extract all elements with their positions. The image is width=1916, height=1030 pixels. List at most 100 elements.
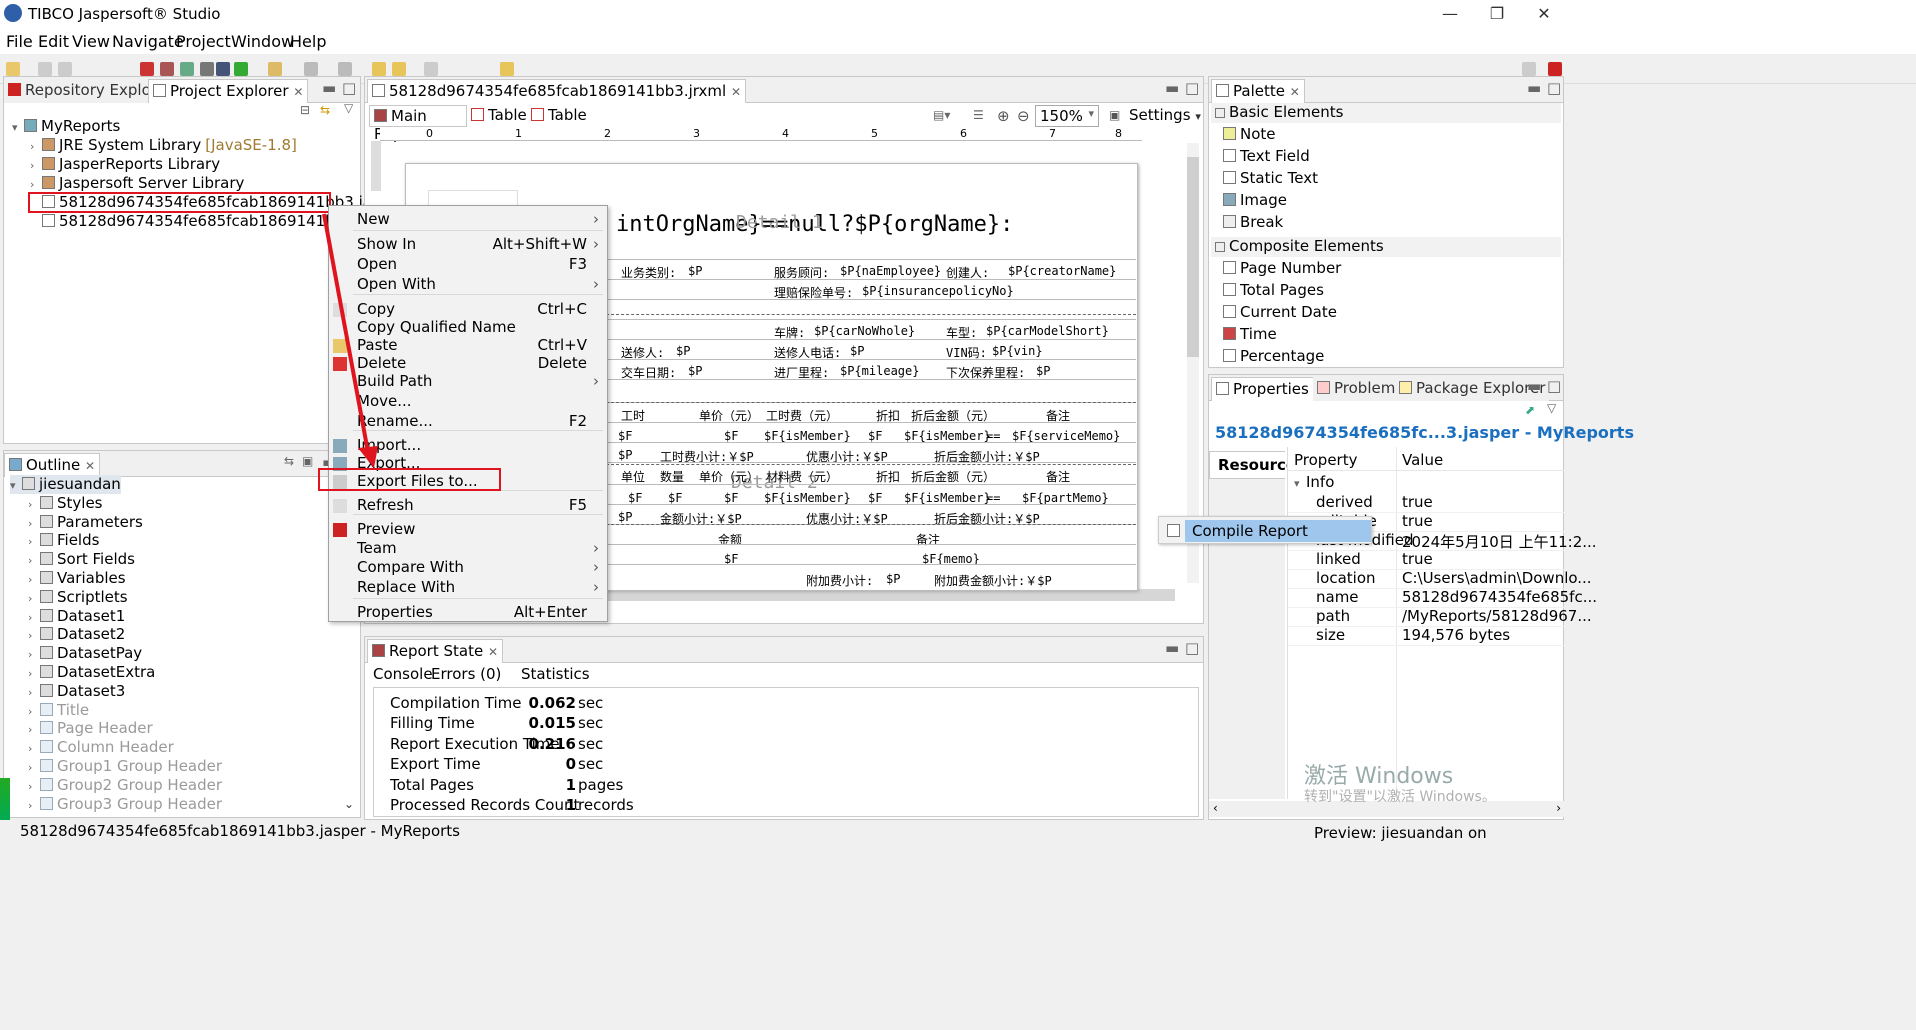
minimize-view-icon[interactable]: ▬ — [322, 79, 336, 97]
menu-edit[interactable]: Edit — [38, 32, 69, 51]
expand-icon[interactable]: ▾ — [12, 121, 24, 134]
report-field[interactable]: 附加费金额小计:￥$P — [934, 572, 1052, 589]
report-field[interactable]: $P{naEmployee} — [840, 264, 941, 278]
outline-toggle-icon[interactable]: ▣ — [302, 454, 313, 468]
report-field[interactable]: $F — [868, 429, 882, 443]
subtab-errors[interactable]: Errors (0) — [431, 665, 501, 683]
outline-item[interactable]: › Column Header — [28, 738, 174, 757]
project-tree-item[interactable]: ▾ MyReports — [12, 117, 120, 136]
context-menu-item[interactable]: Paste Ctrl+V — [357, 336, 603, 355]
project-tree-item[interactable]: › JasperReports Library — [30, 155, 220, 174]
collapse-icon[interactable]: › — [30, 140, 42, 153]
expand-icon[interactable]: › — [28, 498, 40, 511]
report-field[interactable]: $F{serviceMemo} — [1012, 429, 1120, 443]
report-field[interactable]: $P — [676, 344, 690, 358]
external-tools-icon[interactable] — [234, 62, 248, 76]
context-menu-item[interactable]: Copy Ctrl+C — [357, 300, 603, 319]
palette-item[interactable]: Page Number — [1223, 259, 1341, 278]
report-field[interactable]: == — [986, 491, 1000, 505]
context-menu-item[interactable]: Preview — [357, 520, 603, 539]
outline-item[interactable]: › Dataset2 — [28, 625, 125, 644]
collapse-all-icon[interactable]: ⊟ — [300, 103, 310, 117]
palette-minimize-icon[interactable]: ▬ — [1527, 79, 1541, 97]
forward-icon[interactable] — [424, 62, 438, 76]
report-field[interactable]: $P{vin} — [992, 344, 1043, 358]
context-menu-item[interactable]: Compare With › — [357, 558, 603, 577]
subtab-main-report[interactable]: Main Report — [369, 105, 467, 143]
jaspersoft-perspective-icon[interactable] — [1548, 62, 1562, 76]
report-field[interactable]: $F — [618, 429, 632, 443]
context-menu-item[interactable]: Show In Alt+Shift+W › — [357, 235, 603, 254]
compile-report-menu-item[interactable]: Compile Report — [1167, 520, 1371, 542]
report-field[interactable]: $F{isMember} — [904, 491, 991, 505]
save-all-icon[interactable] — [58, 62, 72, 76]
outline-item[interactable]: › Page Header — [28, 719, 153, 738]
palette-maximize-icon[interactable]: □ — [1547, 79, 1561, 97]
properties-minimize-icon[interactable]: ▬ — [1527, 377, 1541, 395]
collapse-icon[interactable]: › — [30, 159, 42, 172]
context-menu-item[interactable]: Open With › — [357, 275, 603, 294]
menu-project[interactable]: Project — [176, 32, 231, 51]
report-field[interactable]: $P — [850, 344, 864, 358]
property-row[interactable]: derived true — [1288, 493, 1564, 512]
save-icon[interactable] — [38, 62, 52, 76]
menu-window[interactable]: Window — [231, 32, 294, 51]
report-field[interactable]: $P{carNoWhole} — [814, 324, 915, 338]
report-field[interactable]: $F — [724, 491, 738, 505]
palette-basic-header[interactable]: Basic Elements — [1211, 103, 1561, 123]
report-field[interactable]: $F — [868, 491, 882, 505]
tab-project-explorer[interactable]: Project Explorer ✕ — [148, 79, 309, 103]
outline-scroll-down-icon[interactable]: ⌄ — [344, 797, 354, 811]
server-icon[interactable] — [216, 62, 230, 76]
subtab-table-2[interactable]: Table — [531, 106, 587, 124]
expand-icon[interactable]: › — [28, 799, 40, 812]
context-menu-item[interactable]: Build Path › — [357, 372, 603, 391]
run-icon[interactable] — [180, 62, 194, 76]
next-annotation-icon[interactable] — [304, 62, 318, 76]
project-tree-item[interactable]: › Jaspersoft Server Library — [30, 174, 244, 193]
report-field[interactable]: $F — [668, 491, 682, 505]
editor-maximize-icon[interactable]: □ — [1185, 79, 1199, 97]
expand-icon[interactable]: › — [28, 517, 40, 530]
report-state-minimize-icon[interactable]: ▬ — [1165, 639, 1179, 657]
maximize-icon[interactable]: ❐ — [1477, 4, 1517, 23]
maximize-view-icon[interactable]: □ — [342, 79, 356, 97]
report-field[interactable]: 数量 — [660, 468, 684, 485]
layout-icon[interactable]: ▤▾ — [933, 108, 950, 122]
report-field[interactable]: 金额 — [718, 531, 742, 548]
expand-icon[interactable]: ▾ — [10, 479, 22, 492]
property-row[interactable]: path/MyReports/58128d967... — [1288, 607, 1592, 626]
expand-icon[interactable]: › — [28, 723, 40, 736]
editor-minimize-icon[interactable]: ▬ — [1165, 79, 1179, 97]
report-field[interactable]: 附加费小计: — [806, 572, 873, 589]
outline-item[interactable]: › Styles — [28, 494, 103, 513]
report-field[interactable]: $P{insurancepolicyNo} — [862, 284, 1014, 298]
report-field[interactable]: 单位 — [621, 468, 645, 485]
tab-report-state[interactable]: Report State ✕ — [367, 639, 504, 663]
outline-item[interactable]: › Fields — [28, 531, 99, 550]
outline-item[interactable]: › DatasetExtra — [28, 663, 155, 682]
tab-problems[interactable]: Problems — [1313, 377, 1408, 401]
zoom-combo[interactable]: 150% ▾ — [1035, 105, 1099, 127]
report-field[interactable]: 折后金额（元） — [911, 468, 995, 485]
outline-item[interactable]: › Dataset3 — [28, 682, 125, 701]
report-field[interactable]: 备注 — [916, 531, 940, 548]
link-editor-icon[interactable]: ⇆ — [320, 103, 330, 117]
expand-icon[interactable]: › — [28, 629, 40, 642]
expand-icon[interactable]: › — [28, 592, 40, 605]
build-icon[interactable] — [160, 62, 174, 76]
report-field[interactable]: $F{isMember} — [904, 429, 991, 443]
outline-item[interactable]: › Group3 Group Header — [28, 795, 222, 814]
outline-item[interactable]: › Title — [28, 701, 89, 720]
palette-composite-header[interactable]: Composite Elements — [1211, 237, 1561, 257]
tab-palette[interactable]: Palette ✕ — [1211, 79, 1305, 103]
outline-item[interactable]: › Dataset1 — [28, 607, 125, 626]
subtab-console[interactable]: Console — [373, 665, 433, 683]
report-state-maximize-icon[interactable]: □ — [1185, 639, 1199, 657]
report-field[interactable]: == — [986, 429, 1000, 443]
outline-item[interactable]: › Scriptlets — [28, 588, 128, 607]
report-field[interactable]: $P — [886, 572, 900, 586]
open-perspective-icon[interactable] — [1522, 62, 1536, 76]
report-field[interactable]: $P — [688, 264, 702, 278]
align-icon[interactable]: ☰ — [973, 108, 984, 122]
